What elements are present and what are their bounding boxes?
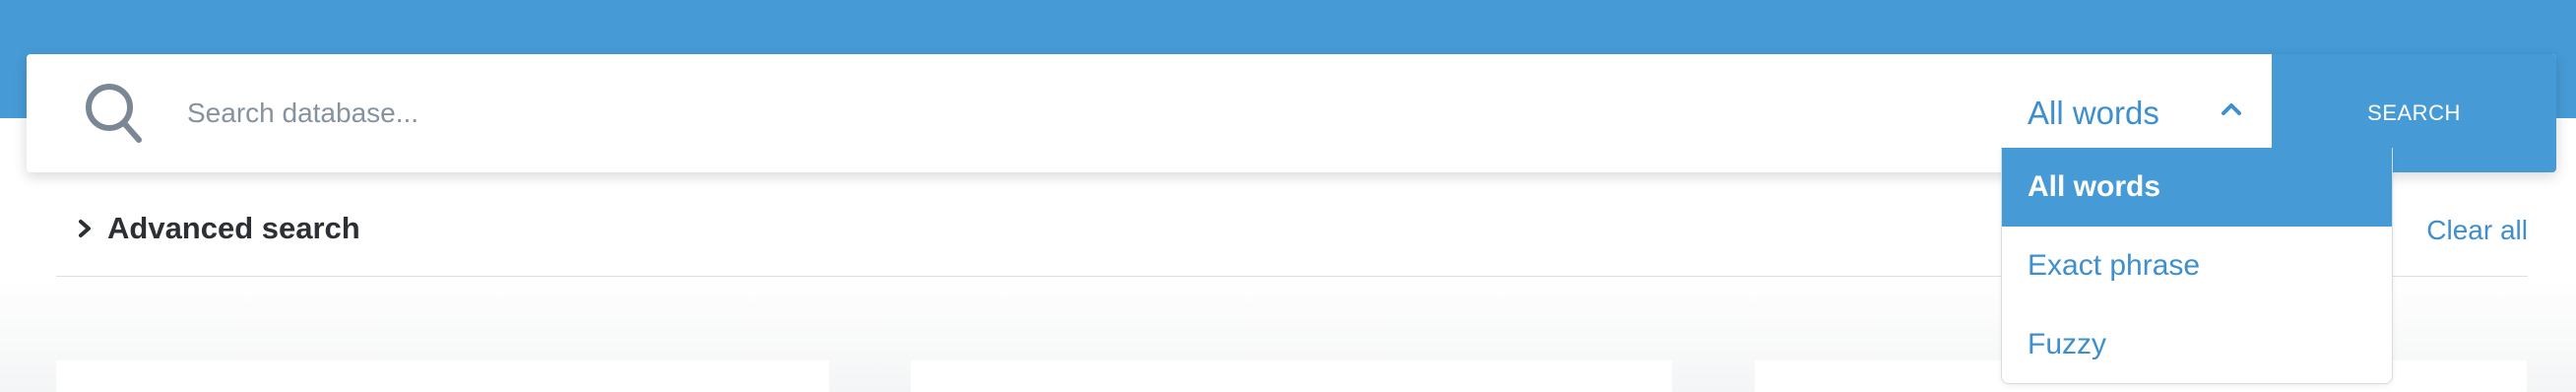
search-icon (86, 84, 142, 143)
search-input[interactable] (187, 54, 1960, 172)
clear-all-link[interactable]: Clear all (2426, 215, 2528, 246)
chevron-up-icon (2222, 103, 2241, 115)
result-card (56, 360, 829, 392)
advanced-search-label: Advanced search (107, 211, 360, 245)
dropdown-option-fuzzy[interactable]: Fuzzy (2002, 305, 2392, 383)
dropdown-option-all-words[interactable]: All words (2002, 148, 2392, 227)
advanced-search-toggle[interactable]: Advanced search (76, 211, 360, 246)
result-card (911, 360, 1672, 392)
search-mode-label: All words (2028, 95, 2159, 131)
chevron-right-icon (79, 220, 91, 237)
search-mode-dropdown: All words Exact phrase Fuzzy (2001, 148, 2393, 384)
dropdown-option-exact-phrase[interactable]: Exact phrase (2002, 227, 2392, 305)
